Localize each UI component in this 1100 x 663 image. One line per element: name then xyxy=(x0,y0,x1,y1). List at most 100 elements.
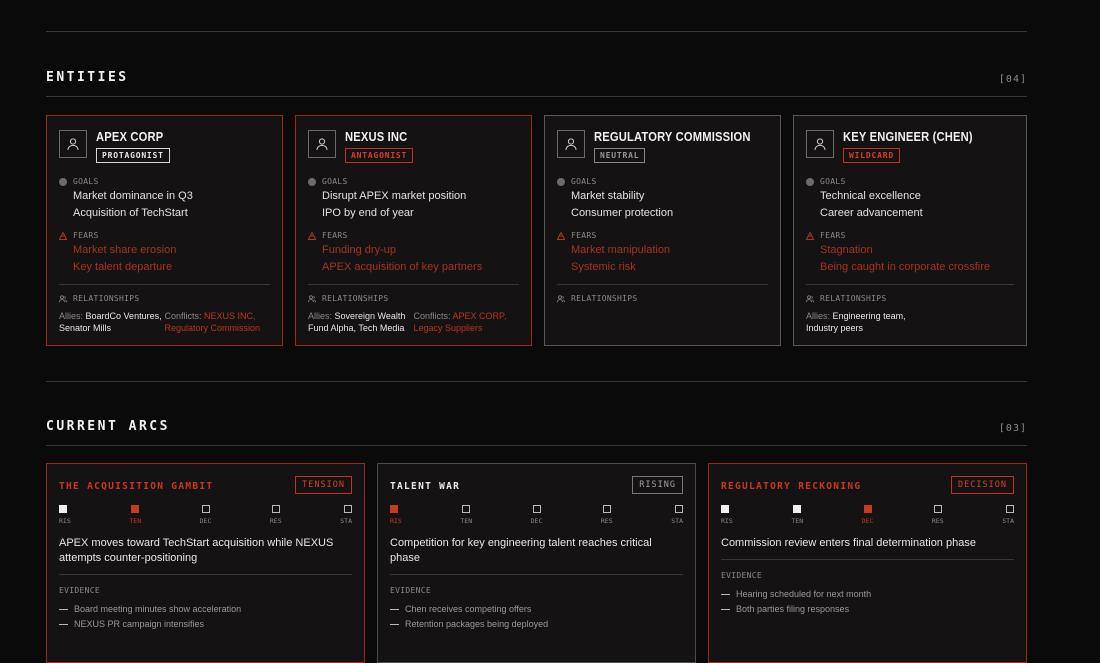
entity-card-regulatory-commission[interactable]: REGULATORY COMMISSION NEUTRAL GOALS Mark… xyxy=(544,115,781,346)
evidence-item: Chen receives competing offers xyxy=(390,604,683,614)
fears-label: FEARS xyxy=(557,231,768,240)
arc-title: REGULATORY RECKONING xyxy=(721,481,862,492)
relationships-label: RELATIONSHIPS xyxy=(557,294,768,303)
stage-step: RES xyxy=(932,505,944,525)
user-icon xyxy=(59,130,87,158)
stage-step: DEC xyxy=(531,505,543,525)
arcs-header: CURRENT ARCS [03] xyxy=(46,419,1027,434)
entity-name: NEXUS INC xyxy=(345,129,408,144)
arc-description: Competition for key engineering talent r… xyxy=(390,537,652,564)
evidence-label: EVIDENCE xyxy=(59,586,100,595)
stage-track: RIS TEN DEC RES STA xyxy=(721,505,1014,525)
arc-card-regulatory-reckoning[interactable]: REGULATORY RECKONING DECISION RIS TEN DE… xyxy=(708,463,1027,663)
user-icon xyxy=(557,130,585,158)
evidence-item: Hearing scheduled for next month xyxy=(721,589,1014,599)
relationships-label: RELATIONSHIPS xyxy=(806,294,1014,303)
goal-item: Consumer protection xyxy=(571,207,674,219)
users-icon xyxy=(308,294,316,302)
warning-icon xyxy=(308,231,316,240)
fear-item: Key talent departure xyxy=(73,261,173,273)
entity-card-key-engineer[interactable]: KEY ENGINEER (CHEN) WILDCARD GOALS Techn… xyxy=(793,115,1027,346)
entity-card-apex-corp[interactable]: APEX CORP PROTAGONIST GOALS Market domin… xyxy=(46,115,283,346)
card-divider xyxy=(806,284,1014,285)
arcs-title: CURRENT ARCS xyxy=(46,419,170,434)
fear-item: Funding dry-up xyxy=(322,244,396,256)
top-divider xyxy=(46,31,1027,32)
conflicts-list: Conflicts: APEX CORP, Legacy Suppliers xyxy=(413,311,507,333)
entities-header: ENTITIES [04] xyxy=(46,70,1027,85)
evidence-label: EVIDENCE xyxy=(721,571,762,580)
card-divider xyxy=(390,574,683,575)
entity-grid: APEX CORP PROTAGONIST GOALS Market domin… xyxy=(46,115,1027,346)
warning-icon xyxy=(557,231,565,240)
entities-count: [04] xyxy=(998,74,1027,85)
allies-list: Allies: BoardCo Ventures, Senator Mills xyxy=(59,311,162,333)
arcs-divider xyxy=(46,445,1027,446)
fears-label: FEARS xyxy=(59,231,270,240)
role-badge: WILDCARD xyxy=(843,148,900,163)
evidence-item: Retention packages being deployed xyxy=(390,619,683,629)
arcs-count: [03] xyxy=(998,423,1027,434)
user-icon xyxy=(806,130,834,158)
goal-dot-icon xyxy=(59,177,67,186)
allies-list: Allies: Engineering team, Industry peers xyxy=(806,311,906,333)
entity-name: APEX CORP xyxy=(96,129,164,144)
stage-badge: RISING xyxy=(632,476,683,494)
card-divider xyxy=(59,574,352,575)
card-divider xyxy=(721,559,1014,560)
evidence-item: NEXUS PR campaign intensifies xyxy=(59,619,352,629)
stage-step: DEC xyxy=(200,505,212,525)
allies-list: Allies: Sovereign Wealth Fund Alpha, Tec… xyxy=(308,311,406,333)
users-icon xyxy=(557,294,565,302)
stage-step: RIS xyxy=(390,505,402,525)
users-icon xyxy=(59,294,67,302)
card-divider xyxy=(557,284,768,285)
goal-dot-icon xyxy=(806,177,814,186)
stage-step: DEC xyxy=(862,505,874,525)
goals-label: GOALS xyxy=(59,177,270,186)
stage-step: TEN xyxy=(129,505,141,525)
entities-title: ENTITIES xyxy=(46,70,129,85)
warning-icon xyxy=(59,231,67,240)
stage-step: STA xyxy=(340,505,352,525)
evidence-label: EVIDENCE xyxy=(390,586,431,595)
goal-item: Technical excellence xyxy=(820,190,921,202)
stage-step: STA xyxy=(1002,505,1014,525)
arc-description: Commission review enters final determina… xyxy=(721,537,976,549)
card-divider xyxy=(308,284,519,285)
entity-name: KEY ENGINEER (CHEN) xyxy=(843,129,973,144)
entity-name: REGULATORY COMMISSION xyxy=(594,129,751,144)
entities-divider xyxy=(46,96,1027,97)
fear-item: Stagnation xyxy=(820,244,873,256)
fears-label: FEARS xyxy=(308,231,519,240)
arc-card-talent-war[interactable]: TALENT WAR RISING RIS TEN DEC RES STA Co… xyxy=(377,463,696,663)
warning-icon xyxy=(806,231,814,240)
fears-label: FEARS xyxy=(806,231,1014,240)
arc-title: THE ACQUISITION GAMBIT xyxy=(59,481,214,492)
stage-step: RES xyxy=(601,505,613,525)
goal-dot-icon xyxy=(557,177,565,186)
fear-item: Systemic risk xyxy=(571,261,636,273)
role-badge: PROTAGONIST xyxy=(96,148,170,163)
goals-label: GOALS xyxy=(806,177,1014,186)
role-badge: ANTAGONIST xyxy=(345,148,414,163)
card-divider xyxy=(59,284,270,285)
arc-card-acquisition-gambit[interactable]: THE ACQUISITION GAMBIT TENSION RIS TEN D… xyxy=(46,463,365,663)
entity-card-nexus-inc[interactable]: NEXUS INC ANTAGONIST GOALS Disrupt APEX … xyxy=(295,115,532,346)
goal-item: Acquisition of TechStart xyxy=(73,207,188,219)
goal-item: Disrupt APEX market position xyxy=(322,190,467,202)
stage-track: RIS TEN DEC RES STA xyxy=(390,505,683,525)
relationships-label: RELATIONSHIPS xyxy=(308,294,519,303)
goals-label: GOALS xyxy=(308,177,519,186)
goal-item: Market stability xyxy=(571,190,645,202)
goal-item: Career advancement xyxy=(820,207,923,219)
stage-step: TEN xyxy=(460,505,472,525)
section-divider xyxy=(46,381,1027,382)
arc-grid: THE ACQUISITION GAMBIT TENSION RIS TEN D… xyxy=(46,463,1027,663)
stage-track: RIS TEN DEC RES STA xyxy=(59,505,352,525)
goals-label: GOALS xyxy=(557,177,768,186)
role-badge: NEUTRAL xyxy=(594,148,646,163)
goal-item: Market dominance in Q3 xyxy=(73,190,193,202)
arc-description: APEX moves toward TechStart acquisition … xyxy=(59,537,334,564)
conflicts-list: Conflicts: NEXUS INC, Regulatory Commiss… xyxy=(164,311,261,333)
